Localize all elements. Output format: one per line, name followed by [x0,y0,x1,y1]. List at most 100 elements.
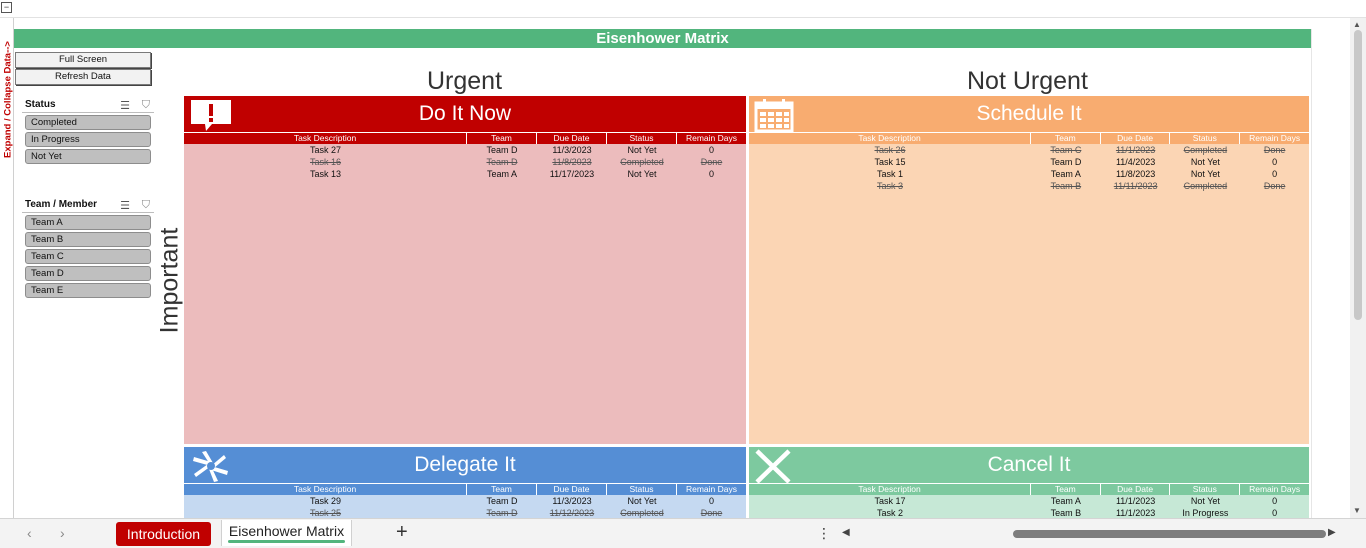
multi-select-icon[interactable]: ☰ [120,98,130,114]
team-item-d[interactable]: Team D [25,266,151,281]
more-options-icon[interactable]: ⋮ [817,525,831,542]
col-team[interactable]: Team [1031,133,1101,144]
horizontal-scroll-thumb[interactable] [1013,530,1326,538]
expand-collapse-column[interactable]: Expand / Collapse Data--> [0,18,14,518]
clear-filter-icon[interactable]: ⛉ [142,97,150,113]
team-item-a[interactable]: Team A [25,215,151,230]
table-row[interactable]: Task 2 Team B 11/1/2023 In Progress 0 [749,507,1309,518]
cell-remain-days: 0 [1272,157,1278,167]
col-team[interactable]: Team [467,133,537,144]
table-row[interactable]: Task 29 Team D 11/3/2023 Not Yet 0 [184,495,746,507]
tab-introduction[interactable]: Introduction [116,522,211,546]
table-row[interactable]: Task 26 Team C 11/1/2023 Completed Done [749,144,1309,156]
quadrant-schedule-it: Schedule It Task Description Team Due Da… [749,96,1309,444]
outline-collapse-button[interactable]: − [1,2,12,13]
table-row[interactable]: Task 17 Team A 11/1/2023 Not Yet 0 [749,495,1309,507]
cell-task: Task 17 [874,496,906,506]
team-item-e[interactable]: Team E [25,283,151,298]
col-remain-days[interactable]: Remain Days [1240,133,1309,144]
col-due-date[interactable]: Due Date [1101,133,1171,144]
quadrant-header: Do It Now [184,96,746,132]
col-team[interactable]: Team [1031,484,1101,495]
col-remain-days[interactable]: Remain Days [677,484,746,495]
table-row[interactable]: Task 3 Team B 11/11/2023 Completed Done [749,180,1309,192]
expand-collapse-label[interactable]: Expand / Collapse Data--> [3,30,14,170]
page-title: Eisenhower Matrix [14,29,1311,48]
col-due-date[interactable]: Due Date [537,133,607,144]
cell-team: Team D [1050,157,1082,167]
task-table-body: Task 26 Team C 11/1/2023 Completed Done Task … [749,144,1309,192]
multi-select-icon[interactable]: ☰ [120,198,130,214]
team-item-b[interactable]: Team B [25,232,151,247]
table-row[interactable]: Task 25 Team D 11/12/2023 Completed Done [184,507,746,518]
hands-team-icon [193,451,228,482]
cell-status: Completed [1183,181,1228,191]
table-row[interactable]: Task 13 Team A 11/17/2023 Not Yet 0 [184,168,746,180]
cell-due-date: 11/1/2023 [1115,508,1156,518]
col-status[interactable]: Status [1170,133,1241,144]
status-item-completed[interactable]: Completed [25,115,151,130]
tab-eisenhower-matrix[interactable]: Eisenhower Matrix [221,520,352,546]
cell-task: Task 1 [876,169,903,179]
refresh-data-button[interactable]: Refresh Data [15,69,151,85]
col-status[interactable]: Status [607,484,677,495]
col-status[interactable]: Status [1170,484,1241,495]
alert-bubble-icon [191,100,231,131]
status-slicer-header: Status ☰ ⛉ [22,97,154,113]
quadrant-title: Schedule It [976,102,1082,125]
clear-filter-icon[interactable]: ⛉ [142,197,150,213]
cell-team: Team D [486,145,518,155]
prev-sheet-icon[interactable]: ‹ [27,525,32,541]
col-task-description[interactable]: Task Description [749,133,1031,144]
task-table-body: Task 17 Team A 11/1/2023 Not Yet 0 Task 2 Team… [749,495,1309,518]
table-row[interactable]: Task 1 Team A 11/8/2023 Not Yet 0 [749,168,1309,180]
worksheet: Expand / Collapse Data--> Eisenhower Mat… [0,18,1350,518]
quadrant-title: Delegate It [414,453,516,476]
cell-task: Task 25 [309,508,342,518]
col-due-date[interactable]: Due Date [537,484,607,495]
cell-due-date: 11/8/2023 [1115,169,1156,179]
col-task-description[interactable]: Task Description [184,484,467,495]
cell-team: Team B [1050,181,1082,191]
team-slicer: Team / Member ☰ ⛉ Team A Team B Team C T… [22,197,154,298]
col-remain-days[interactable]: Remain Days [1240,484,1309,495]
cell-task: Task 16 [309,157,342,167]
spreadsheet-app: − Expand / Collapse Data--> Eisenhower M… [0,0,1366,548]
next-sheet-icon[interactable]: › [60,525,65,541]
sheet-tab-bar: ‹ › Introduction Eisenhower Matrix + ⋮ ◀… [0,518,1366,548]
horizontal-scrollbar[interactable]: ◀ ▶ [840,527,1340,541]
team-item-c[interactable]: Team C [25,249,151,264]
col-task-description[interactable]: Task Description [184,133,467,144]
col-status[interactable]: Status [607,133,677,144]
scroll-left-arrow-icon[interactable]: ◀ [842,527,850,538]
cell-remain-days: 0 [1272,508,1278,518]
cell-task: Task 3 [876,181,903,191]
table-row[interactable]: Task 27 Team D 11/3/2023 Not Yet 0 [184,144,746,156]
status-item-not-yet[interactable]: Not Yet [25,149,151,164]
important-label: Important [155,227,184,334]
cell-status: Not Yet [627,145,657,155]
table-row[interactable]: Task 16 Team D 11/8/2023 Completed Done [184,156,746,168]
add-sheet-button[interactable]: + [396,521,408,544]
full-screen-button[interactable]: Full Screen [15,52,151,68]
x-cross-icon [755,449,791,483]
col-remain-days[interactable]: Remain Days [677,133,746,144]
scroll-down-arrow-icon[interactable]: ▼ [1353,506,1361,515]
quadrant-cancel-it: Cancel It Task Description Team Due Date… [749,447,1309,518]
status-item-in-progress[interactable]: In Progress [25,132,151,147]
task-table-body: Task 27 Team D 11/3/2023 Not Yet 0 Task 16 Tea… [184,144,746,180]
table-row[interactable]: Task 15 Team D 11/4/2023 Not Yet 0 [749,156,1309,168]
col-due-date[interactable]: Due Date [1101,484,1171,495]
team-slicer-title: Team / Member [25,199,98,210]
cell-status: Completed [1183,145,1228,155]
col-team[interactable]: Team [467,484,537,495]
cell-due-date: 11/3/2023 [552,145,592,155]
cell-team: Team B [1050,508,1082,518]
cell-remain-days: 0 [708,496,714,506]
col-task-description[interactable]: Task Description [749,484,1031,495]
vertical-scroll-thumb[interactable] [1354,30,1362,320]
cell-team: Team D [486,508,518,518]
scroll-up-arrow-icon[interactable]: ▲ [1353,20,1361,29]
scroll-right-arrow-icon[interactable]: ▶ [1328,527,1336,538]
vertical-scrollbar[interactable]: ▲ ▼ [1350,18,1366,518]
